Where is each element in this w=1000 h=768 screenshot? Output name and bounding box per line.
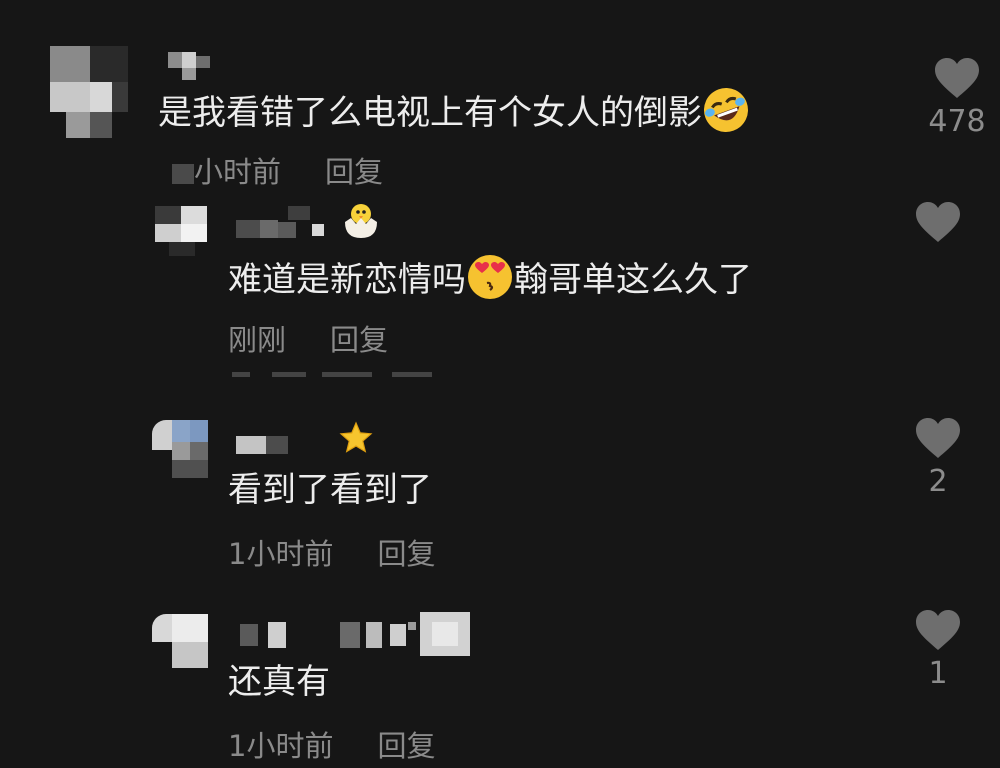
comment-text: 还真有 — [228, 662, 330, 702]
timestamp: 刚刚 — [228, 323, 287, 357]
like-count: 2 — [928, 464, 948, 499]
comment-meta: 1小时前 回复 — [228, 728, 435, 764]
like-button[interactable] — [908, 200, 968, 244]
heart-icon — [935, 58, 979, 98]
avatar[interactable] — [155, 206, 207, 256]
redacted-divider — [232, 372, 462, 380]
username-redacted[interactable] — [240, 612, 480, 656]
rolling-laughing-emoji — [697, 81, 755, 139]
reply-button[interactable]: 回复 — [377, 729, 435, 763]
comment-text: 难道是新恋情吗 翰哥单这么久了 — [228, 255, 752, 302]
like-button[interactable]: 478 — [927, 56, 987, 140]
heart-icon — [916, 610, 960, 650]
like-button[interactable]: 2 — [908, 416, 968, 500]
avatar[interactable] — [50, 46, 128, 138]
username-redacted[interactable] — [168, 46, 228, 86]
reply-button[interactable]: 回复 — [330, 323, 388, 357]
comment-text: 看到了看到了 — [228, 470, 432, 510]
reply-button[interactable]: 回复 — [377, 537, 435, 571]
timestamp: 小时前 — [194, 155, 282, 189]
heart-icon — [916, 418, 960, 458]
heart-icon — [916, 202, 960, 242]
avatar[interactable] — [152, 420, 208, 478]
timestamp: 1小时前 — [228, 537, 334, 571]
time-redacted-prefix — [172, 164, 194, 184]
like-button[interactable]: 1 — [908, 608, 968, 692]
comment-meta: 1小时前 回复 — [228, 536, 435, 572]
username-redacted[interactable] — [236, 206, 336, 246]
star-emoji — [338, 420, 374, 462]
comment-meta: 刚刚 回复 — [228, 322, 388, 358]
comment-text: 是我看错了么电视上有个女人的倒影 — [158, 81, 755, 139]
like-count: 478 — [928, 104, 986, 139]
avatar[interactable] — [152, 614, 208, 668]
heart-eyes-emoji — [468, 255, 512, 299]
timestamp: 1小时前 — [228, 729, 334, 763]
hatching-chick-emoji — [342, 200, 380, 246]
username-redacted[interactable] — [236, 424, 336, 464]
comment-meta: 小时前 回复 — [172, 154, 383, 190]
like-count: 1 — [928, 656, 948, 691]
reply-button[interactable]: 回复 — [325, 155, 383, 189]
